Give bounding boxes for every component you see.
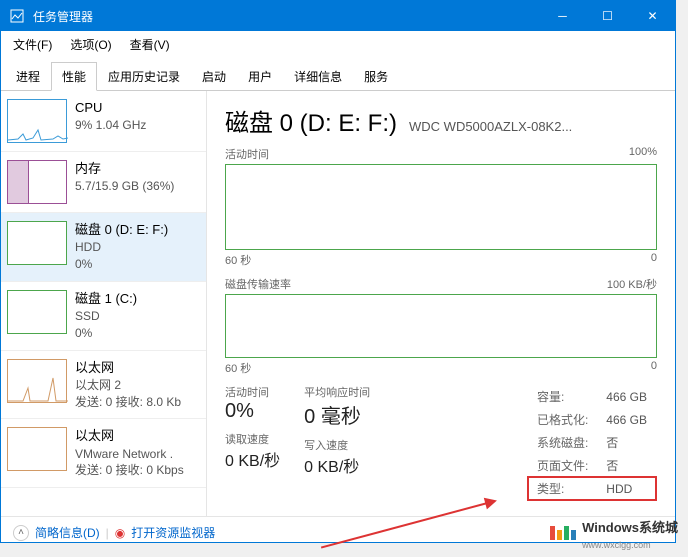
eth0-sparkline (7, 359, 67, 403)
sidebar-disk1[interactable]: 磁盘 1 (C:)SSD0% (1, 282, 206, 351)
menu-view[interactable]: 查看(V) (124, 33, 176, 56)
type-label: 类型: (529, 478, 596, 499)
stats-row: 活动时间0% 读取速度0 KB/秒 平均响应时间0 毫秒 写入速度0 KB/秒 … (225, 384, 657, 501)
tab-details[interactable]: 详细信息 (283, 62, 353, 91)
pagefile-label: 页面文件: (529, 455, 596, 476)
maximize-button[interactable]: ☐ (585, 1, 630, 31)
app-icon (9, 8, 25, 24)
cpu-sparkline (7, 99, 67, 143)
disk0-sparkline (7, 221, 67, 265)
capacity-label: 容量: (529, 386, 596, 407)
type-value: HDD (598, 478, 655, 499)
chart2-max: 100 KB/秒 (607, 276, 657, 292)
eth0-sub1: 以太网 2 (75, 377, 181, 394)
read-speed-value: 0 KB/秒 (225, 447, 280, 471)
sidebar-disk0[interactable]: 磁盘 0 (D: E: F:)HDD0% (1, 213, 206, 282)
disk0-sub1: HDD (75, 239, 168, 256)
watermark: Windows系统城 www.wxclgg.com (550, 517, 678, 551)
main-panel: 磁盘 0 (D: E: F:) WDC WD5000AZLX-08K2... 活… (207, 91, 675, 516)
tab-services[interactable]: 服务 (353, 62, 399, 91)
sysdisk-value: 否 (598, 432, 655, 453)
sysdisk-label: 系统磁盘: (529, 432, 596, 453)
resp-time-label: 平均响应时间 (304, 384, 370, 400)
write-speed-value: 0 KB/秒 (304, 453, 370, 477)
capacity-value: 466 GB (598, 386, 655, 407)
active-time-chart-block: 活动时间 100% 60 秒 0 (225, 146, 657, 268)
eth1-sub2: 发送: 0 接收: 0 Kbps (75, 462, 184, 479)
disk-heading: 磁盘 0 (D: E: F:) (225, 103, 397, 138)
watermark-url: www.wxclgg.com (582, 540, 651, 550)
tab-apphistory[interactable]: 应用历史记录 (97, 62, 191, 91)
sidebar-eth0[interactable]: 以太网以太网 2发送: 0 接收: 8.0 Kb (1, 351, 206, 420)
cpu-sub: 9% 1.04 GHz (75, 117, 146, 134)
disk0-sub2: 0% (75, 256, 168, 273)
sidebar-memory[interactable]: 内存5.7/15.9 GB (36%) (1, 152, 206, 213)
brief-info-link[interactable]: 简略信息(D) (35, 524, 100, 541)
logo-icon (550, 526, 578, 543)
chart2-xaxis: 60 秒 (225, 360, 251, 376)
cpu-title: CPU (75, 99, 146, 117)
chevron-up-icon[interactable]: ˄ (13, 525, 29, 541)
read-speed-label: 读取速度 (225, 431, 280, 447)
active-time-label: 活动时间 (225, 384, 280, 400)
menu-options[interactable]: 选项(O) (64, 33, 117, 56)
close-button[interactable]: ✕ (630, 1, 675, 31)
chart2-xaxis-end: 0 (651, 360, 657, 376)
disk1-sub2: 0% (75, 325, 137, 342)
watermark-brand: Windows系统城 (582, 520, 678, 535)
write-speed-label: 写入速度 (304, 437, 370, 453)
chart1-xaxis-end: 0 (651, 252, 657, 268)
disk-model: WDC WD5000AZLX-08K2... (409, 119, 572, 134)
titlebar[interactable]: 任务管理器 ─ ☐ ✕ (1, 1, 675, 31)
eth1-sparkline (7, 427, 67, 471)
task-manager-window: 任务管理器 ─ ☐ ✕ 文件(F) 选项(O) 查看(V) 进程 性能 应用历史… (0, 0, 676, 543)
activity-icon: ◉ (115, 526, 125, 540)
tab-startup[interactable]: 启动 (191, 62, 237, 91)
eth0-title: 以太网 (75, 359, 181, 377)
window-title: 任务管理器 (33, 8, 540, 25)
mem-sparkline (7, 160, 67, 204)
chart2-label: 磁盘传输速率 (225, 276, 291, 292)
formatted-value: 466 GB (598, 409, 655, 430)
sidebar-cpu[interactable]: CPU9% 1.04 GHz (1, 91, 206, 152)
disk1-sparkline (7, 290, 67, 334)
disk0-title: 磁盘 0 (D: E: F:) (75, 221, 168, 239)
menubar: 文件(F) 选项(O) 查看(V) (1, 31, 675, 57)
tab-processes[interactable]: 进程 (5, 62, 51, 91)
minimize-button[interactable]: ─ (540, 1, 585, 31)
menu-file[interactable]: 文件(F) (7, 33, 58, 56)
perf-sidebar: CPU9% 1.04 GHz 内存5.7/15.9 GB (36%) 磁盘 0 … (1, 91, 207, 516)
tabs: 进程 性能 应用历史记录 启动 用户 详细信息 服务 (1, 61, 675, 91)
tab-users[interactable]: 用户 (237, 62, 283, 91)
chart1-xaxis: 60 秒 (225, 252, 251, 268)
content-area: CPU9% 1.04 GHz 内存5.7/15.9 GB (36%) 磁盘 0 … (1, 91, 675, 516)
mem-sub: 5.7/15.9 GB (36%) (75, 178, 174, 195)
disk-properties: 容量:466 GB 已格式化:466 GB 系统磁盘:否 页面文件:否 类型:H… (527, 384, 657, 501)
resp-time-value: 0 毫秒 (304, 400, 370, 429)
transfer-rate-chart (225, 294, 657, 358)
chart1-label: 活动时间 (225, 146, 269, 162)
active-time-value: 0% (225, 400, 280, 423)
eth1-sub1: VMware Network . (75, 446, 184, 463)
eth1-title: 以太网 (75, 427, 184, 445)
mem-title: 内存 (75, 160, 174, 178)
sidebar-eth1[interactable]: 以太网VMware Network .发送: 0 接收: 0 Kbps (1, 419, 206, 488)
eth0-sub2: 发送: 0 接收: 8.0 Kb (75, 394, 181, 411)
formatted-label: 已格式化: (529, 409, 596, 430)
chart1-max: 100% (629, 146, 657, 162)
transfer-rate-chart-block: 磁盘传输速率 100 KB/秒 60 秒 0 (225, 276, 657, 376)
resmon-link[interactable]: 打开资源监视器 (131, 524, 215, 541)
disk1-title: 磁盘 1 (C:) (75, 290, 137, 308)
disk1-sub1: SSD (75, 308, 137, 325)
pagefile-value: 否 (598, 455, 655, 476)
active-time-chart (225, 164, 657, 250)
tab-performance[interactable]: 性能 (51, 62, 97, 91)
